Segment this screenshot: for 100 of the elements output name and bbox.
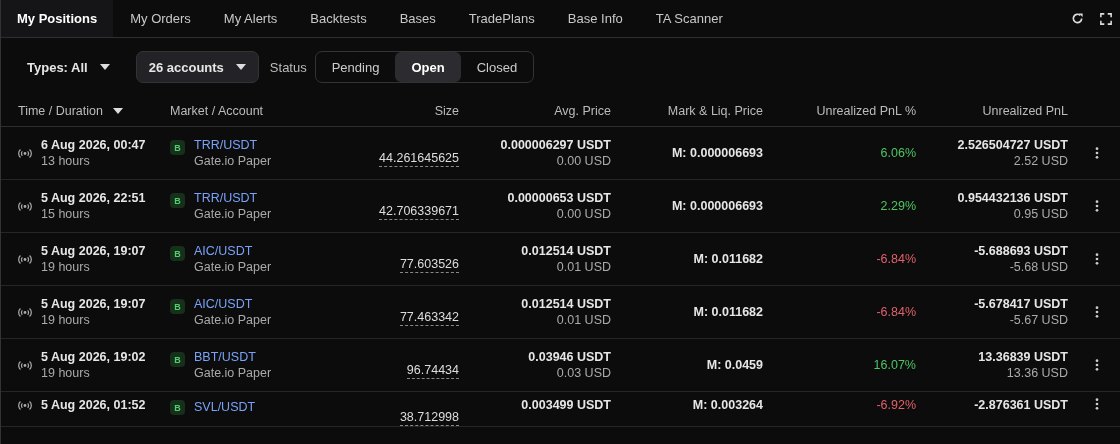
pnl-percent: 6.06% — [880, 146, 916, 160]
unrealized-pnl-usd: 2.52 USD — [1013, 154, 1068, 168]
caret-icon — [113, 108, 123, 114]
market-link[interactable]: SVL/USDT — [194, 399, 256, 414]
column-header: Mark & Liq. Price — [666, 104, 763, 118]
more-icon[interactable] — [1094, 398, 1099, 410]
unrealized-pnl: 2.526504727 USDT — [957, 138, 1068, 152]
position-size: 38.712998 — [399, 410, 459, 426]
avg-price: 0.012514 USDT — [521, 244, 611, 258]
mark-price: M: 0.011682 — [693, 252, 763, 266]
market-link[interactable]: AIC/USDT — [194, 297, 253, 311]
unrealized-pnl: 13.36839 USDT — [978, 350, 1068, 364]
account-name: Gate.io Paper — [194, 260, 272, 274]
position-time: 5 Aug 2026, 22:51 — [41, 191, 146, 205]
pnl-percent: -6.92% — [876, 398, 916, 412]
avg-price: 0.000006297 USDT — [500, 138, 611, 152]
tab[interactable]: My Orders — [114, 0, 207, 37]
market-link[interactable]: AIC/USDT — [194, 244, 253, 258]
unrealized-pnl-usd: -5.67 USD — [1009, 313, 1068, 327]
position-duration: 15 hours — [41, 207, 90, 221]
types-dropdown[interactable]: Types: All — [27, 51, 110, 83]
position-time: 6 Aug 2026, 00:47 — [41, 138, 146, 152]
position-time: 5 Aug 2026, 19:07 — [41, 244, 146, 258]
position-duration: 19 hours — [41, 260, 90, 274]
more-icon[interactable] — [1094, 200, 1099, 212]
position-size: 77.603526 — [399, 257, 459, 273]
avg-price-usd: 0.01 USD — [556, 313, 611, 327]
column-header[interactable]: Time / Duration — [18, 104, 170, 118]
avg-price: 0.003499 USDT — [521, 398, 611, 412]
avg-price-usd: 0.00 USD — [556, 207, 611, 221]
tab[interactable]: My Positions — [1, 0, 114, 37]
caret-icon — [99, 64, 110, 70]
position-size: 77.463342 — [399, 310, 459, 326]
accounts-dropdown[interactable]: 26 accounts — [135, 51, 259, 83]
unrealized-pnl-usd: 0.95 USD — [1013, 207, 1068, 221]
column-header: Size — [433, 104, 459, 118]
account-name: Gate.io Paper — [194, 207, 272, 221]
status-option[interactable]: Pending — [315, 52, 396, 82]
avg-price: 0.03946 USDT — [528, 350, 611, 364]
more-icon[interactable] — [1094, 147, 1099, 159]
status-label: Status — [269, 59, 307, 75]
position-duration: 19 hours — [41, 366, 90, 380]
account-name: Gate.io Paper — [194, 154, 272, 168]
mark-price: M: 0.000006693 — [671, 146, 763, 160]
broadcast-icon — [18, 306, 32, 318]
position-time: 5 Aug 2026, 01:52 — [41, 398, 146, 412]
status-option[interactable]: Open — [395, 52, 461, 82]
tab[interactable]: TradePlans — [452, 0, 551, 37]
broadcast-icon — [18, 200, 32, 212]
column-header: Unrealized PnL — [981, 104, 1068, 118]
market-link[interactable]: TRR/USDT — [194, 191, 258, 205]
position-size: 42.706339671 — [379, 204, 459, 220]
position-duration: 19 hours — [41, 313, 90, 327]
pnl-percent: -6.84% — [876, 305, 916, 319]
avg-price-usd: 0.03 USD — [556, 366, 611, 380]
more-icon[interactable] — [1094, 306, 1099, 318]
unrealized-pnl-usd: 13.36 USD — [1006, 366, 1068, 380]
avg-price: 0.00000653 USDT — [507, 191, 611, 205]
avg-price-usd: 0.01 USD — [556, 260, 611, 274]
market-link[interactable]: BBT/USDT — [194, 350, 256, 364]
avg-price-usd: 0.00 USD — [556, 154, 611, 168]
pnl-percent: 2.29% — [880, 199, 916, 213]
tab[interactable]: My Alerts — [207, 0, 294, 37]
column-header: Unrealized PnL % — [815, 104, 916, 118]
side-badge: B — [170, 140, 185, 155]
broadcast-icon — [18, 359, 32, 371]
unrealized-pnl: 0.954432136 USDT — [957, 191, 1068, 205]
unrealized-pnl: -5.688693 USDT — [974, 244, 1068, 258]
pnl-percent: 16.07% — [873, 358, 916, 372]
side-badge: B — [170, 246, 185, 261]
broadcast-icon — [18, 253, 32, 265]
fullscreen-icon[interactable] — [1100, 12, 1112, 25]
column-header: Market / Account — [170, 104, 265, 118]
broadcast-icon — [18, 399, 32, 411]
tab[interactable]: TA Scanner — [639, 0, 739, 37]
status-option[interactable]: Closed — [460, 52, 534, 82]
more-icon[interactable] — [1094, 253, 1099, 265]
broadcast-icon — [18, 147, 32, 159]
position-time: 5 Aug 2026, 19:07 — [41, 297, 146, 311]
market-link[interactable]: TRR/USDT — [194, 138, 258, 152]
side-badge: B — [170, 193, 185, 208]
mark-price: M: 0.000006693 — [671, 199, 763, 213]
side-badge: B — [170, 299, 185, 314]
unrealized-pnl: -5.678417 USDT — [974, 297, 1068, 311]
account-name: Gate.io Paper — [194, 313, 272, 327]
side-badge: B — [170, 352, 185, 367]
tab[interactable]: Backtests — [294, 0, 383, 37]
tab[interactable]: Base Info — [551, 0, 639, 37]
mark-price: M: 0.003264 — [692, 398, 763, 412]
side-badge: B — [170, 400, 185, 415]
unrealized-pnl-usd: -5.68 USD — [1009, 260, 1068, 274]
account-name: Gate.io Paper — [194, 366, 272, 380]
position-time: 5 Aug 2026, 19:02 — [41, 350, 146, 364]
avg-price: 0.012514 USDT — [521, 297, 611, 311]
refresh-icon[interactable] — [1071, 12, 1084, 25]
column-header: Avg. Price — [553, 104, 611, 118]
position-duration: 13 hours — [41, 154, 90, 168]
unrealized-pnl: -2.876361 USDT — [974, 398, 1068, 412]
more-icon[interactable] — [1094, 359, 1099, 371]
tab[interactable]: Bases — [383, 0, 452, 37]
